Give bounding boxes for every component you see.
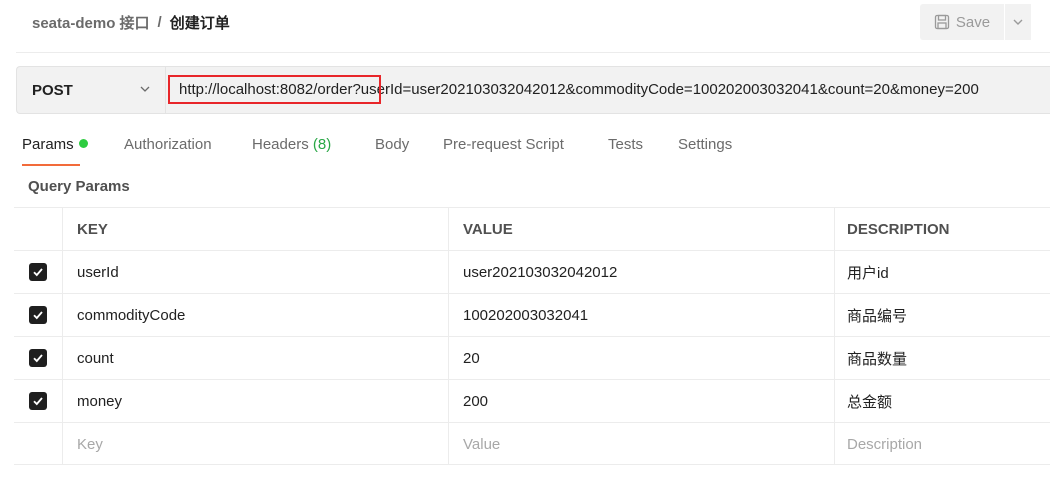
param-value[interactable]: user202103032042012 [448,251,834,293]
table-row: commodityCode 100202003032041 商品编号 [14,293,1050,336]
breadcrumb-collection[interactable]: seata-demo 接口 [32,12,150,33]
check-icon [33,397,43,406]
row-checkbox[interactable] [29,306,47,324]
check-icon [33,311,43,320]
row-check-cell [14,337,62,379]
param-value[interactable]: 20 [448,337,834,379]
row-checkbox[interactable] [29,349,47,367]
breadcrumb-separator: / [157,14,162,31]
url-highlight-box [168,75,381,104]
request-header: seata-demo 接口 / 创建订单 Save [0,0,1050,44]
tab-settings[interactable]: Settings [678,136,732,153]
param-description[interactable]: 用户id [834,251,1050,293]
table-row: money 200 总金额 [14,379,1050,422]
param-value[interactable]: 200 [448,380,834,422]
row-check-cell [14,251,62,293]
new-key-input[interactable]: Key [62,423,448,465]
tab-authorization-label: Authorization [124,136,212,153]
param-key[interactable]: commodityCode [62,294,448,336]
param-key[interactable]: userId [62,251,448,293]
row-check-cell [14,423,62,465]
method-label: POST [32,81,73,99]
save-group: Save [920,4,1031,40]
method-divider [165,67,166,113]
save-options-button[interactable] [1005,4,1031,40]
param-description[interactable]: 总金额 [834,380,1050,422]
param-description[interactable]: 商品数量 [834,337,1050,379]
check-icon [33,354,43,363]
param-value[interactable]: 100202003032041 [448,294,834,336]
column-header-key: KEY [62,208,448,250]
tab-headers-label: Headers [252,136,309,153]
header-divider [16,52,1050,53]
row-checkbox[interactable] [29,263,47,281]
param-key[interactable]: count [62,337,448,379]
tab-headers[interactable]: Headers (8) [252,136,331,153]
param-key[interactable]: money [62,380,448,422]
table-header-row: KEY VALUE DESCRIPTION [14,207,1050,250]
row-check-cell [14,294,62,336]
save-icon [934,14,950,30]
new-description-input[interactable]: Description [834,423,1050,465]
section-title: Query Params [28,178,130,195]
row-checkbox[interactable] [29,392,47,410]
tab-headers-count: (8) [312,136,332,153]
params-table: KEY VALUE DESCRIPTION userId user2021030… [14,207,1050,465]
tab-pre-request-script-label: Pre-request Script [443,136,564,153]
column-header-description: DESCRIPTION [834,208,1050,250]
row-check-cell [14,380,62,422]
header-check-cell [14,208,62,250]
tab-body-label: Body [375,136,410,153]
new-param-row: Key Value Description [14,422,1050,465]
active-tab-underline [22,164,80,166]
tab-tests[interactable]: Tests [608,136,643,153]
tab-params[interactable]: Params [22,136,88,153]
tab-body[interactable]: Body [375,136,409,153]
save-label: Save [955,13,991,31]
breadcrumb: seata-demo 接口 / 创建订单 [32,12,230,33]
chevron-down-icon [1013,19,1023,25]
tab-settings-label: Settings [678,136,733,153]
params-active-dot [78,139,88,148]
tab-params-label: Params [22,136,74,153]
save-button[interactable]: Save [920,4,1004,40]
tab-authorization[interactable]: Authorization [124,136,212,153]
tab-tests-label: Tests [608,136,644,153]
new-value-input[interactable]: Value [448,423,834,465]
param-description[interactable]: 商品编号 [834,294,1050,336]
check-icon [33,268,43,277]
column-header-value: VALUE [448,208,834,250]
tab-pre-request-script[interactable]: Pre-request Script [443,136,564,153]
table-row: count 20 商品数量 [14,336,1050,379]
chevron-down-icon[interactable] [137,81,153,97]
table-row: userId user202103032042012 用户id [14,250,1050,293]
request-name[interactable]: 创建订单 [170,12,230,33]
